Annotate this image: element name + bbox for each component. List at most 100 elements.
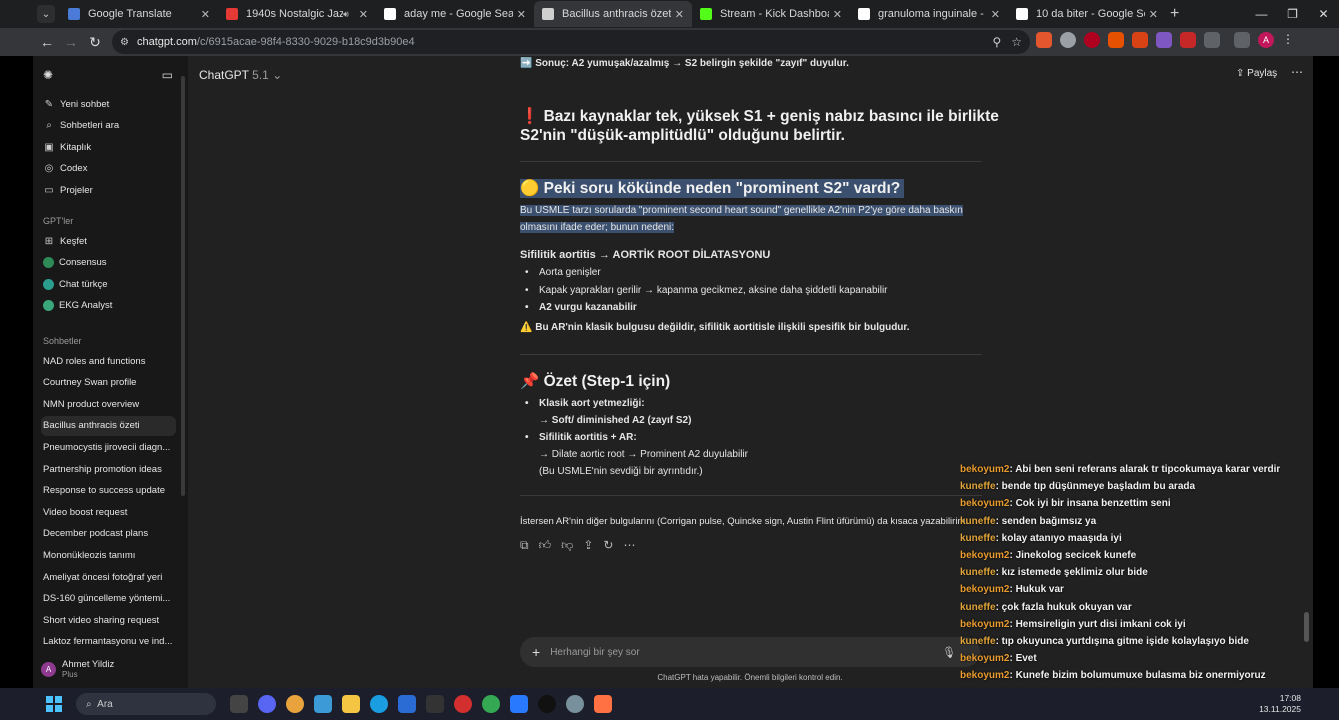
composer-input[interactable]: Herhangi bir şey sor: [550, 647, 639, 658]
close-sidebar-icon[interactable]: ▭: [162, 68, 173, 82]
regenerate-icon[interactable]: ↻: [603, 538, 613, 553]
file-explorer-icon[interactable]: [342, 695, 360, 713]
sidebar-chat-item[interactable]: DS-160 güncelleme yöntemi...: [41, 589, 176, 609]
tab-search-button[interactable]: ⌄: [37, 5, 55, 23]
extension-icon[interactable]: [1036, 32, 1052, 48]
share-icon[interactable]: ⇪: [583, 538, 593, 553]
sidebar-chat-item[interactable]: Response to success update: [41, 481, 176, 501]
extension-icon[interactable]: [1108, 32, 1124, 48]
edge-icon[interactable]: [370, 695, 388, 713]
sidebar-nav-item[interactable]: ▭ Projeler: [41, 180, 176, 200]
new-tab-button[interactable]: +: [1170, 5, 1179, 23]
reading-list-icon[interactable]: [1234, 32, 1250, 48]
sidebar-nav-item[interactable]: ▣ Kitaplık: [41, 137, 176, 157]
sidebar-gpt-item[interactable]: EKG Analyst: [41, 296, 176, 316]
sidebar-nav-item[interactable]: ◎ Codex: [41, 159, 176, 179]
close-tab-icon[interactable]: ✕: [991, 8, 1000, 21]
extensions-puzzle-icon[interactable]: [1204, 32, 1220, 48]
close-window-icon[interactable]: ✕: [1308, 7, 1339, 21]
browser-tab[interactable]: Bacillus anthracis özeti ✕: [534, 1, 692, 27]
close-tab-icon[interactable]: ✕: [201, 8, 210, 21]
tab-title: Google Translate: [88, 8, 172, 20]
app-icon[interactable]: [538, 695, 556, 713]
browser-tab[interactable]: Stream - Kick Dashboard ✕: [692, 1, 850, 27]
sidebar-gpt-item[interactable]: ⊞ Keşfet: [41, 231, 176, 251]
sidebar-scrollbar[interactable]: [181, 76, 185, 496]
user-profile[interactable]: A Ahmet Yildiz Plus: [41, 659, 114, 679]
windows-start-icon[interactable]: [46, 696, 62, 712]
more-icon[interactable]: ⋯: [623, 538, 635, 553]
sidebar-nav-item[interactable]: ⌕ Sohbetleri ara: [41, 116, 176, 136]
sidebar-chat-item[interactable]: Bacillus anthracis özeti: [41, 415, 176, 436]
close-tab-icon[interactable]: ✕: [1149, 8, 1158, 21]
sidebar-chat-item[interactable]: Laktoz fermantasyonu ve ind...: [41, 632, 176, 652]
more-options-icon[interactable]: ⋯: [1291, 65, 1303, 79]
maximize-icon[interactable]: ❐: [1277, 7, 1308, 21]
close-tab-icon[interactable]: ✕: [517, 8, 526, 21]
sidebar-gpt-item[interactable]: Chat türkçe: [41, 274, 176, 294]
sidebar-chat-item[interactable]: Short video sharing request: [41, 610, 176, 630]
speaker-icon[interactable]: 🔊︎: [343, 9, 349, 20]
address-bar[interactable]: ⚙ chatgpt.com/c/6915acae-98f4-8330-9029-…: [112, 30, 1030, 54]
thumbs-up-icon[interactable]: 👍︎: [539, 538, 552, 553]
task-view-icon[interactable]: [230, 695, 248, 713]
app-icon[interactable]: [510, 695, 528, 713]
snipping-tool-icon[interactable]: [594, 695, 612, 713]
close-tab-icon[interactable]: ✕: [675, 8, 684, 21]
thumbs-down-icon[interactable]: 👎︎: [561, 538, 573, 553]
sidebar-chat-item[interactable]: Courtney Swan profile: [41, 373, 176, 393]
back-button[interactable]: ←: [35, 34, 59, 50]
sidebar-chat-item[interactable]: NMN product overview: [41, 394, 176, 414]
extension-icon[interactable]: [1084, 32, 1100, 48]
opera-icon[interactable]: [454, 695, 472, 713]
taskbar-search[interactable]: ⌕ Ara: [76, 693, 216, 715]
extension-icon[interactable]: [1132, 32, 1148, 48]
sidebar-chat-item[interactable]: Partnership promotion ideas: [41, 459, 176, 479]
sidebar-chat-item[interactable]: Mononükleozis tanımı: [41, 545, 176, 565]
browser-tab[interactable]: Google Translate ✕: [60, 1, 218, 27]
browser-menu-icon[interactable]: ⋮: [1282, 32, 1294, 48]
site-info-icon[interactable]: ⚙: [120, 37, 129, 48]
store-icon[interactable]: [398, 695, 416, 713]
zoom-icon[interactable]: ⚲: [992, 35, 1001, 49]
model-selector[interactable]: ChatGPT 5.1 ⌄: [199, 68, 282, 82]
close-tab-icon[interactable]: ✕: [833, 8, 842, 21]
browser-tab[interactable]: aday me - Google Search ✕: [376, 1, 534, 27]
sidebar-chat-item[interactable]: Pneumocystis jirovecii diagn...: [41, 437, 176, 457]
page-scrollbar[interactable]: [1304, 612, 1309, 642]
minimize-icon[interactable]: —: [1246, 7, 1277, 21]
browser-tab[interactable]: 1940s Nostalgic Jazz – Vint🔊︎ ✕: [218, 1, 376, 27]
clock-date: 13.11.2025: [1259, 704, 1301, 714]
sidebar-chat-item[interactable]: December podcast plans: [41, 524, 176, 544]
sidebar-gpt-item[interactable]: Consensus: [41, 253, 176, 273]
chrome-icon[interactable]: [482, 695, 500, 713]
extension-icon[interactable]: [1060, 32, 1076, 48]
sidebar-nav-item[interactable]: ✎ Yeni sohbet: [41, 94, 176, 114]
composer[interactable]: + Herhangi bir şey sor 🎙︎: [520, 637, 980, 667]
reload-button[interactable]: ↻: [83, 34, 107, 51]
bookmark-star-icon[interactable]: ☆: [1011, 35, 1022, 49]
sidebar-chat-item[interactable]: NAD roles and functions: [41, 351, 176, 371]
system-clock[interactable]: 17:08 13.11.2025: [1259, 693, 1301, 715]
close-tab-icon[interactable]: ✕: [359, 8, 368, 21]
extension-icon[interactable]: [1156, 32, 1172, 48]
chat-message: bekoyum2: Evet: [960, 653, 1037, 664]
browser-tab[interactable]: granuloma inguinale - Google ✕: [850, 1, 1008, 27]
share-button[interactable]: ⇪ Paylaş: [1236, 68, 1277, 79]
sidebar-chat-item[interactable]: Video boost request: [41, 502, 176, 522]
discord-icon[interactable]: [258, 695, 276, 713]
microphone-icon[interactable]: 🎙︎: [942, 646, 956, 659]
settings-icon[interactable]: [566, 695, 584, 713]
profile-avatar[interactable]: A: [1258, 32, 1274, 48]
forward-button[interactable]: →: [59, 34, 83, 50]
copy-icon[interactable]: ⧉: [520, 538, 529, 553]
sidebar-chat-item[interactable]: Ameliyat öncesi fotoğraf yeri: [41, 567, 176, 587]
attach-plus-icon[interactable]: +: [532, 644, 540, 660]
app-icon[interactable]: [314, 695, 332, 713]
app-icon[interactable]: [426, 695, 444, 713]
browser-tab[interactable]: 10 da biter - Google Search ✕: [1008, 1, 1166, 27]
extension-icon[interactable]: [1180, 32, 1196, 48]
chrome-icon[interactable]: [286, 695, 304, 713]
openai-logo-icon[interactable]: ✺: [43, 68, 53, 82]
share-label: Paylaş: [1247, 68, 1278, 79]
